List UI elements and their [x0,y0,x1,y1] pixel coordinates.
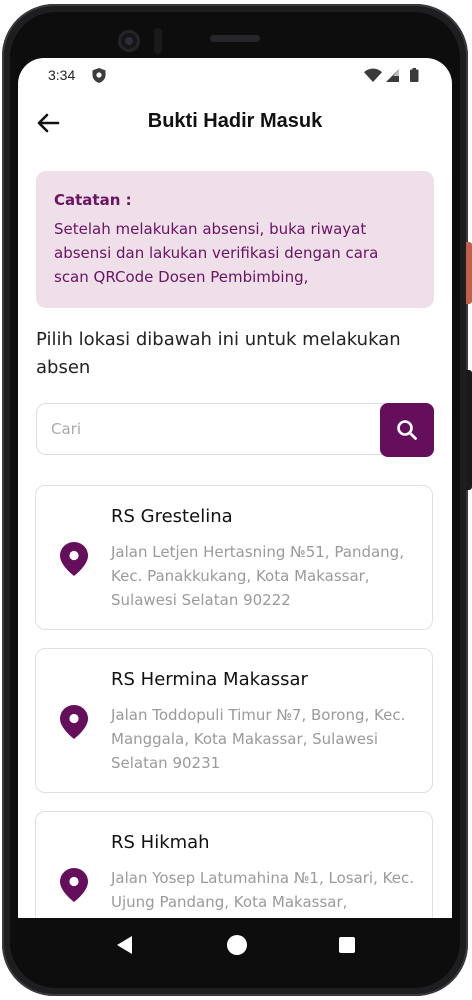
location-card-hermina[interactable]: RS Hermina Makassar Jalan Toddopuli Timu… [35,648,433,793]
nav-back-icon[interactable] [114,934,136,956]
location-address: Jalan Toddopuli Timur №7, Borong, Kec. M… [111,706,406,772]
note-body: Setelah melakukan absensi, buka riwayat … [54,220,379,286]
volume-button [466,370,472,490]
page-title: Bukti Hadir Masuk [147,110,323,132]
nav-home-icon[interactable] [227,935,247,955]
location-address: Jalan Yosep Latumahina №1, Losari, Kec. … [111,869,414,911]
system-nav-bar [10,918,462,970]
location-pin-icon [60,542,88,576]
location-address: Jalan Letjen Hertasning №51, Pandang, Ke… [111,543,404,609]
location-card-hikmah[interactable]: RS Hikmah Jalan Yosep Latumahina №1, Los… [35,811,433,918]
location-name: RS Grestelina [111,506,233,527]
location-pin-icon [60,868,88,902]
search-icon [397,420,417,440]
phone-device: 3:34 Bukti Hadir Masuk Catatan : Setelah… [0,0,472,1000]
location-card-grestelina[interactable]: RS Grestelina Jalan Letjen Hertasning №5… [35,485,433,630]
battery-icon [410,69,419,82]
search-input[interactable] [36,403,396,455]
status-icons [364,68,419,82]
location-name: RS Hikmah [111,832,210,853]
search-button[interactable] [380,403,434,457]
wifi-icon [364,68,382,82]
instruction-text: Pilih lokasi dibawah ini untuk melakukan… [36,329,401,378]
search-bar [36,403,434,457]
note-title: Catatan : [54,191,132,209]
proximity-sensor [154,28,162,54]
status-bar: 3:34 [18,58,452,92]
location-name: RS Hermina Makassar [111,669,308,690]
app-bar: Bukti Hadir Masuk [18,92,452,152]
status-time: 3:34 [48,67,76,83]
front-camera [118,30,140,52]
location-pin-icon [60,705,88,739]
earpiece-speaker [210,35,260,42]
power-button [466,242,472,304]
note-box: Catatan : Setelah melakukan absensi, buk… [36,171,434,308]
app-screen: 3:34 Bukti Hadir Masuk Catatan : Setelah… [18,58,452,918]
shield-icon [92,68,106,83]
nav-recents-icon[interactable] [339,937,355,953]
